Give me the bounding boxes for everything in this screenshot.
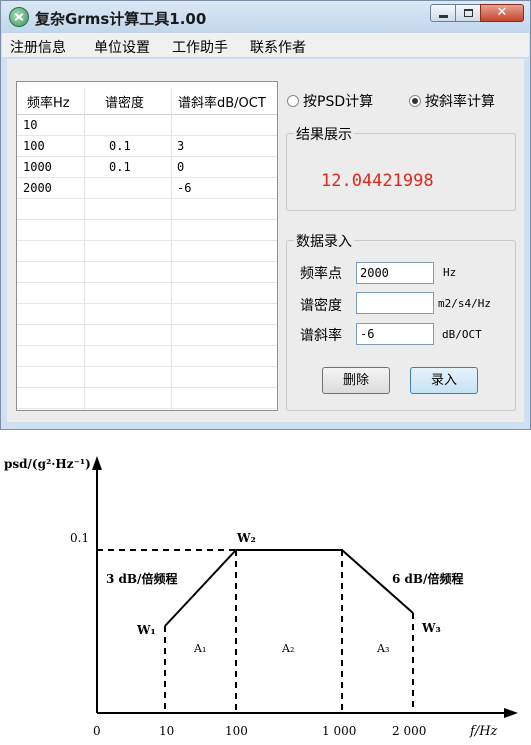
- cell-frequency: 10: [23, 118, 38, 132]
- frequency-label: 频率点: [300, 266, 342, 282]
- x-tick-1000: 1 000: [322, 724, 356, 738]
- result-group: 结果展示 12.04421998: [286, 124, 516, 211]
- table-row[interactable]: [17, 367, 277, 388]
- header-density[interactable]: 谱密度: [105, 92, 144, 111]
- table-row[interactable]: [17, 283, 277, 304]
- close-icon: ✕: [496, 5, 508, 20]
- table-body: 10 100 0.1 3 1000 0.1 0 2000 -6: [17, 115, 277, 410]
- cell-density: 0.1: [109, 160, 131, 174]
- cell-slope: 3: [177, 139, 185, 153]
- table-row[interactable]: [17, 262, 277, 283]
- maximize-icon: [464, 9, 473, 17]
- radio-psd[interactable]: 按PSD计算: [287, 91, 373, 111]
- minimize-button[interactable]: [430, 4, 456, 22]
- cell-frequency: 2000: [23, 181, 52, 195]
- density-unit: m2/s4/Hz: [438, 297, 491, 310]
- psd-curve: [164, 549, 414, 627]
- table-row[interactable]: [17, 220, 277, 241]
- table-row[interactable]: [17, 325, 277, 346]
- table-row[interactable]: 10: [17, 115, 277, 136]
- table-row[interactable]: [17, 199, 277, 220]
- table-row[interactable]: [17, 346, 277, 367]
- result-group-label: 结果展示: [294, 124, 354, 144]
- table-row[interactable]: [17, 241, 277, 262]
- x-axis-arrow-icon: [504, 708, 518, 718]
- psd-spectrum-diagram: psd/(g²·Hz⁻¹) f/Hz 0.1 0 10 100 1 000 2 …: [4, 456, 518, 739]
- app-window: 复杂Grms计算工具1.00 ✕ 注册信息 单位设置 工作助手 联系作者 频率H…: [0, 0, 531, 430]
- app-icon: [9, 7, 29, 27]
- y-axis-label: psd/(g²·Hz⁻¹): [4, 457, 91, 471]
- radio-psd-indicator[interactable]: [287, 95, 299, 107]
- radio-slope-label: 按斜率计算: [425, 94, 495, 110]
- y-axis-arrow-icon: [92, 456, 102, 470]
- table-row[interactable]: 100 0.1 3: [17, 136, 277, 157]
- slope-up-label: 3 dB/倍频程: [106, 571, 177, 586]
- window-title: 复杂Grms计算工具1.00: [35, 10, 207, 28]
- x-tick-0: 0: [93, 724, 101, 738]
- radio-slope-indicator[interactable]: [409, 95, 421, 107]
- y-tick-0-1: 0.1: [70, 531, 89, 545]
- point-w2: W₂: [236, 531, 256, 545]
- cell-frequency: 100: [23, 139, 45, 153]
- x-axis-label: f/Hz: [469, 724, 498, 739]
- table-row[interactable]: [17, 409, 277, 410]
- title-bar[interactable]: 复杂Grms计算工具1.00 ✕: [1, 1, 530, 33]
- table-header: 频率Hz 谱密度 谱斜率dB/OCT: [17, 88, 277, 115]
- point-w1: W₁: [136, 623, 156, 637]
- caption-buttons: ✕: [430, 4, 524, 24]
- maximize-button[interactable]: [455, 4, 481, 22]
- delete-button[interactable]: 删除: [322, 367, 390, 394]
- point-w3: W₃: [421, 621, 441, 635]
- table-row[interactable]: 1000 0.1 0: [17, 157, 277, 178]
- header-slope[interactable]: 谱斜率dB/OCT: [178, 92, 266, 111]
- client-area: 频率Hz 谱密度 谱斜率dB/OCT 10 100 0.1 3 1000 0.1 0 2000…: [7, 59, 524, 422]
- menu-units[interactable]: 单位设置: [94, 37, 150, 57]
- density-label: 谱密度: [300, 298, 342, 314]
- menu-register[interactable]: 注册信息: [10, 37, 66, 57]
- table-row[interactable]: [17, 388, 277, 409]
- area-a2: A₂: [281, 642, 294, 655]
- area-a3: A₃: [376, 642, 389, 655]
- menu-contact[interactable]: 联系作者: [250, 37, 306, 57]
- x-tick-100: 100: [225, 724, 248, 738]
- entry-group: 数据录入 频率点 2000 Hz 谱密度 m2/s4/Hz 谱斜率 -6 dB/…: [286, 231, 516, 411]
- frequency-field[interactable]: 2000: [356, 262, 434, 284]
- cell-density: 0.1: [109, 139, 131, 153]
- header-frequency[interactable]: 频率Hz: [27, 92, 70, 111]
- menu-assistant[interactable]: 工作助手: [172, 37, 228, 57]
- density-field[interactable]: [356, 292, 434, 314]
- cell-frequency: 1000: [23, 160, 52, 174]
- spectrum-table[interactable]: 频率Hz 谱密度 谱斜率dB/OCT 10 100 0.1 3 1000 0.1 0 2000…: [16, 81, 278, 411]
- entry-group-label: 数据录入: [294, 231, 354, 251]
- enter-button[interactable]: 录入: [410, 367, 478, 394]
- x-tick-10: 10: [159, 724, 174, 738]
- minimize-icon: [439, 15, 448, 18]
- table-row[interactable]: [17, 304, 277, 325]
- cell-slope: -6: [177, 181, 192, 195]
- slope-field[interactable]: -6: [356, 323, 434, 345]
- cell-slope: 0: [177, 160, 185, 174]
- area-a1: A₁: [193, 642, 206, 655]
- x-tick-2000: 2 000: [392, 724, 426, 738]
- result-value: 12.04421998: [321, 171, 434, 191]
- radio-slope[interactable]: 按斜率计算: [409, 91, 495, 111]
- menu-bar: 注册信息 单位设置 工作助手 联系作者: [2, 33, 529, 58]
- table-row[interactable]: 2000 -6: [17, 178, 277, 199]
- close-button[interactable]: ✕: [480, 4, 524, 22]
- slope-down-label: 6 dB/倍频程: [392, 571, 463, 586]
- radio-psd-label: 按PSD计算: [303, 94, 374, 110]
- frequency-unit: Hz: [443, 266, 457, 279]
- slope-label: 谱斜率: [300, 328, 342, 344]
- slope-unit: dB/OCT: [442, 328, 482, 341]
